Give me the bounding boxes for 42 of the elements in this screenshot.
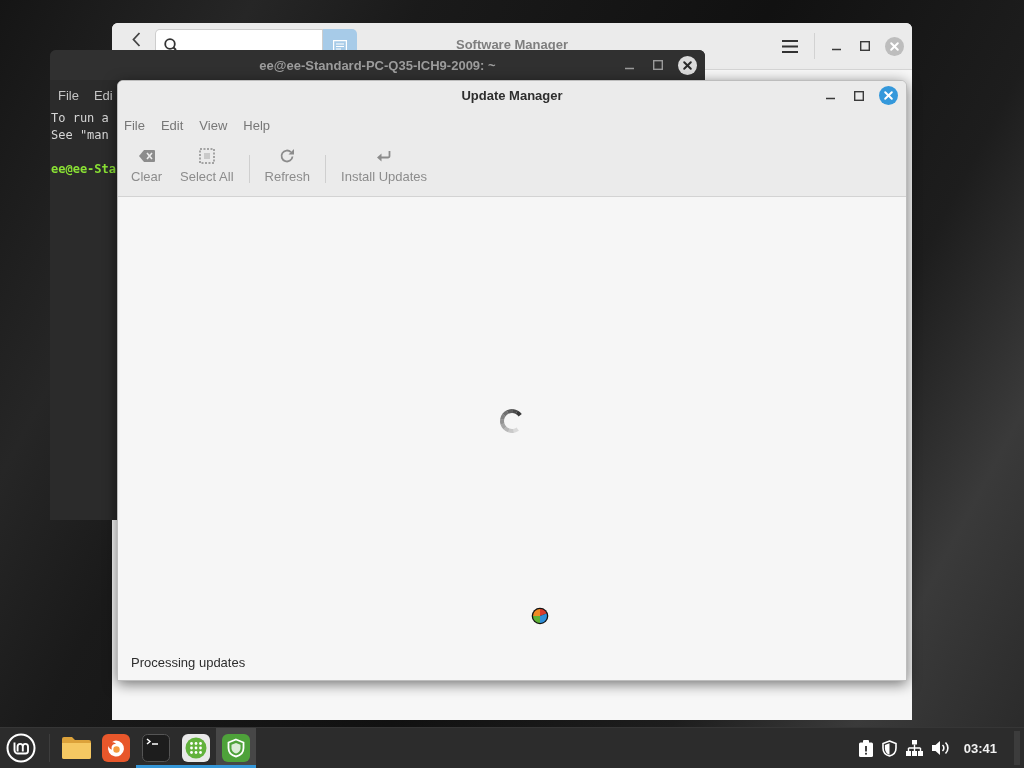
return-arrow-icon [377, 150, 392, 162]
folder-icon [61, 736, 91, 760]
minimize-icon[interactable] [831, 47, 841, 51]
clipboard-alert-icon[interactable] [858, 739, 873, 757]
dot-grid-app-icon [182, 734, 210, 762]
logo-menu-icon[interactable] [6, 733, 36, 763]
taskbar-app-button[interactable] [216, 728, 256, 768]
document-icon [333, 40, 347, 50]
menu-icon[interactable] [782, 39, 798, 53]
window-title: ee@ee-Standard-PC-Q35-ICH9-2009: ~ [259, 57, 496, 73]
toggle-button[interactable] [323, 29, 357, 50]
menu-item[interactable]: File [124, 117, 145, 133]
back-icon[interactable] [132, 32, 141, 47]
close-icon[interactable] [677, 55, 697, 75]
menu-item[interactable]: Edi [93, 87, 113, 103]
menu-item[interactable]: Edit [160, 117, 184, 133]
shield-icon[interactable] [881, 739, 897, 757]
window-title: Update Manager [461, 88, 563, 103]
maximize-icon[interactable] [854, 90, 864, 101]
status-text: Processing updates [131, 654, 246, 670]
menu-item[interactable]: Help [243, 117, 271, 133]
shield-app-icon [222, 734, 250, 762]
terminal-icon [142, 734, 170, 762]
maximize-icon[interactable] [653, 60, 663, 70]
minimize-icon[interactable] [624, 66, 634, 70]
terminal-line: To run a [51, 110, 109, 127]
minimize-icon[interactable] [825, 97, 835, 100]
menu-item[interactable]: View [199, 117, 228, 133]
busy-cursor-icon [531, 607, 549, 625]
swirl-app-icon [102, 734, 130, 762]
terminal-line: ee@ee-Sta [51, 161, 117, 178]
clock[interactable]: 03:41 [963, 740, 997, 756]
menu-item[interactable]: File [58, 87, 79, 103]
erase-icon [138, 150, 155, 162]
volume-icon[interactable] [931, 740, 949, 756]
dotted-square-icon [198, 148, 215, 164]
search-field[interactable] [155, 29, 323, 50]
window-title: Software Manager [456, 38, 568, 51]
network-icon[interactable] [905, 740, 923, 756]
maximize-icon[interactable] [860, 41, 870, 51]
terminal-line: See "man [51, 127, 109, 144]
refresh-icon [279, 148, 296, 164]
